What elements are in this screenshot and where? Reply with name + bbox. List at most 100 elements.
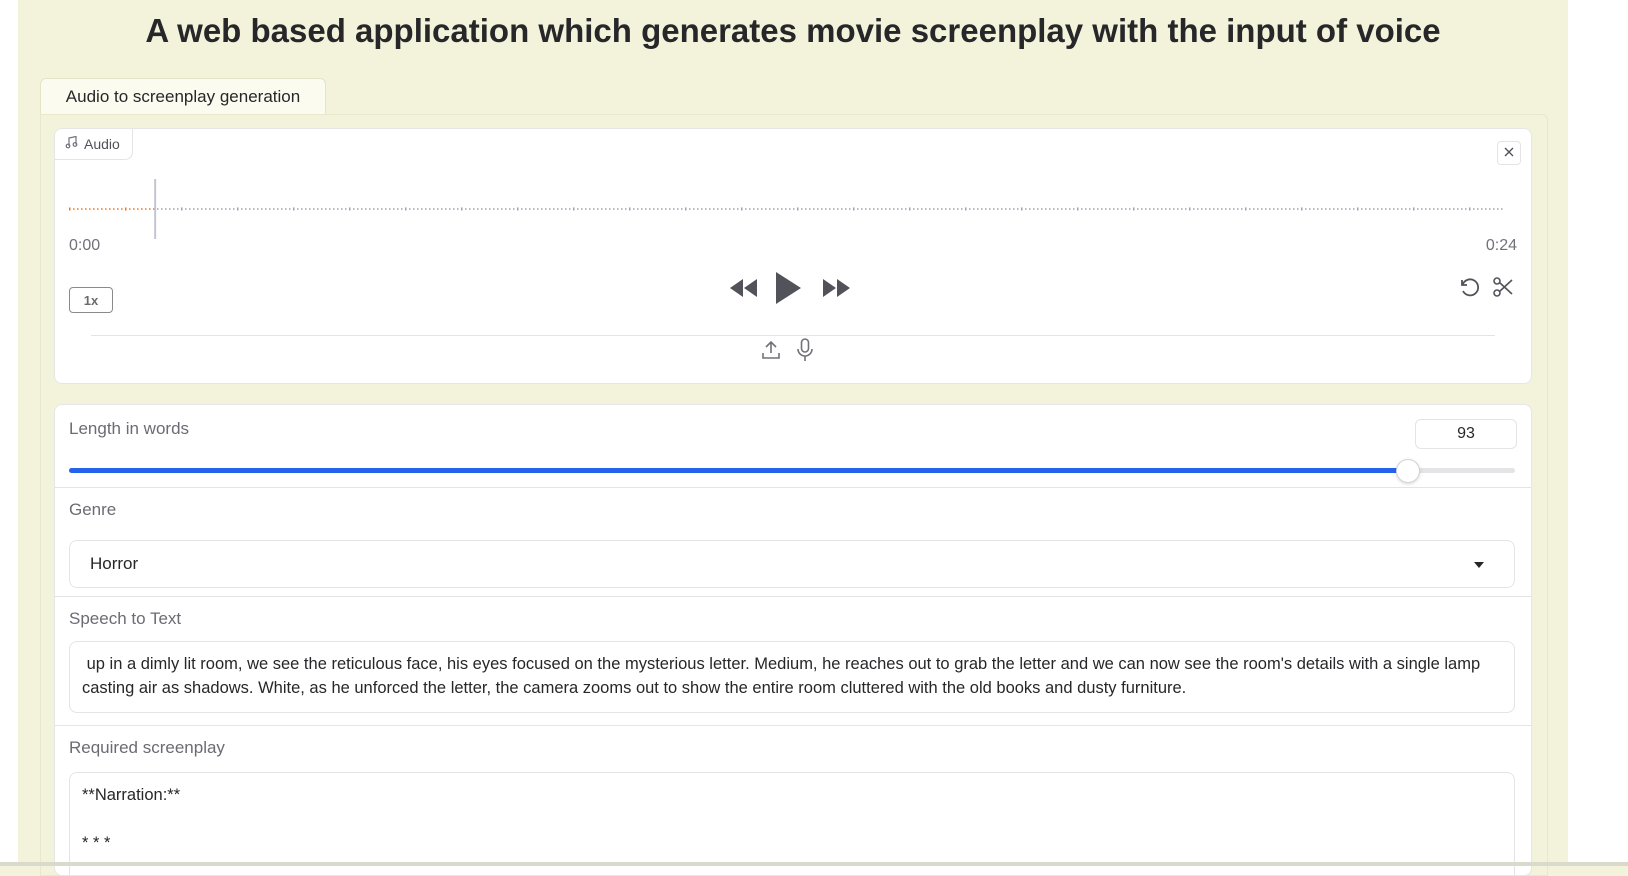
waveform-bar — [1361, 208, 1363, 210]
rewind-icon — [729, 277, 759, 304]
waveform-bar — [1073, 208, 1075, 210]
upload-audio-button[interactable] — [759, 339, 783, 365]
waveform-bar — [1121, 208, 1123, 210]
waveform-bar — [357, 208, 359, 210]
audio-player-block: Audio 0:00 0:24 1x — [54, 128, 1532, 384]
waveform-bar — [1101, 208, 1103, 210]
waveform-bar — [485, 208, 487, 210]
waveform-bar — [1273, 208, 1275, 210]
waveform-bar — [493, 208, 495, 210]
waveform-bar — [1497, 208, 1499, 210]
waveform-bar — [585, 208, 587, 210]
waveform-bar — [473, 208, 475, 210]
waveform-bar — [105, 208, 107, 210]
waveform-bar — [541, 208, 543, 210]
clear-audio-button[interactable] — [1497, 141, 1521, 165]
waveform-bar — [781, 208, 783, 210]
waveform-bar — [913, 208, 915, 210]
waveform-bar — [1005, 208, 1007, 210]
waveform-bar — [1421, 208, 1423, 210]
waveform-bar — [969, 208, 971, 210]
waveform-bar — [97, 208, 99, 210]
play-button[interactable] — [773, 271, 803, 309]
waveform-bar — [421, 208, 423, 210]
waveform-bar — [685, 207, 687, 211]
waveform-bar — [241, 208, 243, 210]
waveform-bar — [329, 208, 331, 210]
waveform-bar — [689, 208, 691, 210]
slider-thumb[interactable] — [1395, 459, 1420, 483]
waveform-bar — [1345, 208, 1347, 210]
waveform-bar — [69, 207, 71, 211]
waveform-bar — [193, 208, 195, 210]
waveform-bar — [417, 208, 419, 210]
length-number-input[interactable]: 93 — [1415, 419, 1517, 449]
waveform-bar — [177, 208, 179, 210]
waveform-bar — [561, 208, 563, 210]
waveform-bar — [369, 208, 371, 210]
waveform-bar — [1197, 208, 1199, 210]
waveform-bar — [705, 208, 707, 210]
waveform-bar — [729, 208, 731, 210]
waveform-bar — [661, 208, 663, 210]
waveform-bar — [1389, 208, 1391, 210]
waveform-bar — [441, 208, 443, 210]
waveform-bar — [397, 208, 399, 210]
playback-speed-button[interactable]: 1x — [69, 287, 113, 313]
record-audio-button[interactable] — [793, 337, 817, 365]
waveform-bar — [505, 208, 507, 210]
waveform-bar — [1429, 208, 1431, 210]
waveform-bar — [213, 208, 215, 210]
waveform-bar — [1365, 208, 1367, 210]
fast-forward-button[interactable] — [819, 275, 853, 305]
waveform-bar — [1333, 208, 1335, 210]
audio-waveform[interactable] — [69, 179, 1505, 239]
waveform-bar — [1353, 208, 1355, 210]
waveform-bar — [1109, 208, 1111, 210]
waveform-bar — [769, 208, 771, 210]
waveform-bar — [757, 208, 759, 210]
waveform-bar — [1413, 207, 1415, 211]
rewind-button[interactable] — [727, 275, 761, 305]
waveform-bar — [737, 208, 739, 210]
waveform-bar — [89, 208, 91, 210]
waveform-bar — [333, 208, 335, 210]
waveform-bar — [453, 208, 455, 210]
waveform-bar — [609, 208, 611, 210]
waveform-bar — [1301, 207, 1303, 211]
waveform-bar — [625, 208, 627, 210]
waveform-bar — [993, 208, 995, 210]
waveform-bar — [1189, 207, 1191, 211]
waveform-bar — [217, 208, 219, 210]
reset-audio-button[interactable] — [1455, 275, 1483, 303]
waveform-bar — [1165, 208, 1167, 210]
waveform-bar — [341, 208, 343, 210]
waveform-bar — [77, 208, 79, 210]
trim-audio-button[interactable] — [1489, 275, 1517, 303]
waveform-bar — [445, 208, 447, 210]
waveform-bar — [1453, 208, 1455, 210]
waveform-bar — [669, 208, 671, 210]
waveform-bar — [1093, 208, 1095, 210]
screenplay-textarea[interactable]: **Narration:** * * * — [69, 772, 1515, 875]
genre-dropdown[interactable]: Horror — [69, 540, 1515, 588]
speech-to-text-textarea[interactable]: up in a dimly lit room, we see the retic… — [69, 641, 1515, 713]
waveform-bar — [629, 207, 631, 211]
waveform-bar — [745, 208, 747, 210]
waveform-bar — [1137, 208, 1139, 210]
waveform-bar — [285, 208, 287, 210]
waveform-bar — [1049, 208, 1051, 210]
waveform-bar — [497, 208, 499, 210]
waveform-bar — [753, 208, 755, 210]
waveform-bar — [973, 208, 975, 210]
waveform-bar — [733, 208, 735, 210]
waveform-bar — [297, 208, 299, 210]
length-section: Length in words 93 — [55, 405, 1531, 488]
waveform-bar — [1001, 208, 1003, 210]
waveform-bar — [1501, 208, 1503, 210]
length-slider[interactable] — [69, 459, 1515, 483]
waveform-bar — [1445, 208, 1447, 210]
tab-audio-to-screenplay[interactable]: Audio to screenplay generation — [40, 78, 326, 115]
waveform-bar — [1393, 208, 1395, 210]
fast-forward-icon — [821, 277, 851, 304]
